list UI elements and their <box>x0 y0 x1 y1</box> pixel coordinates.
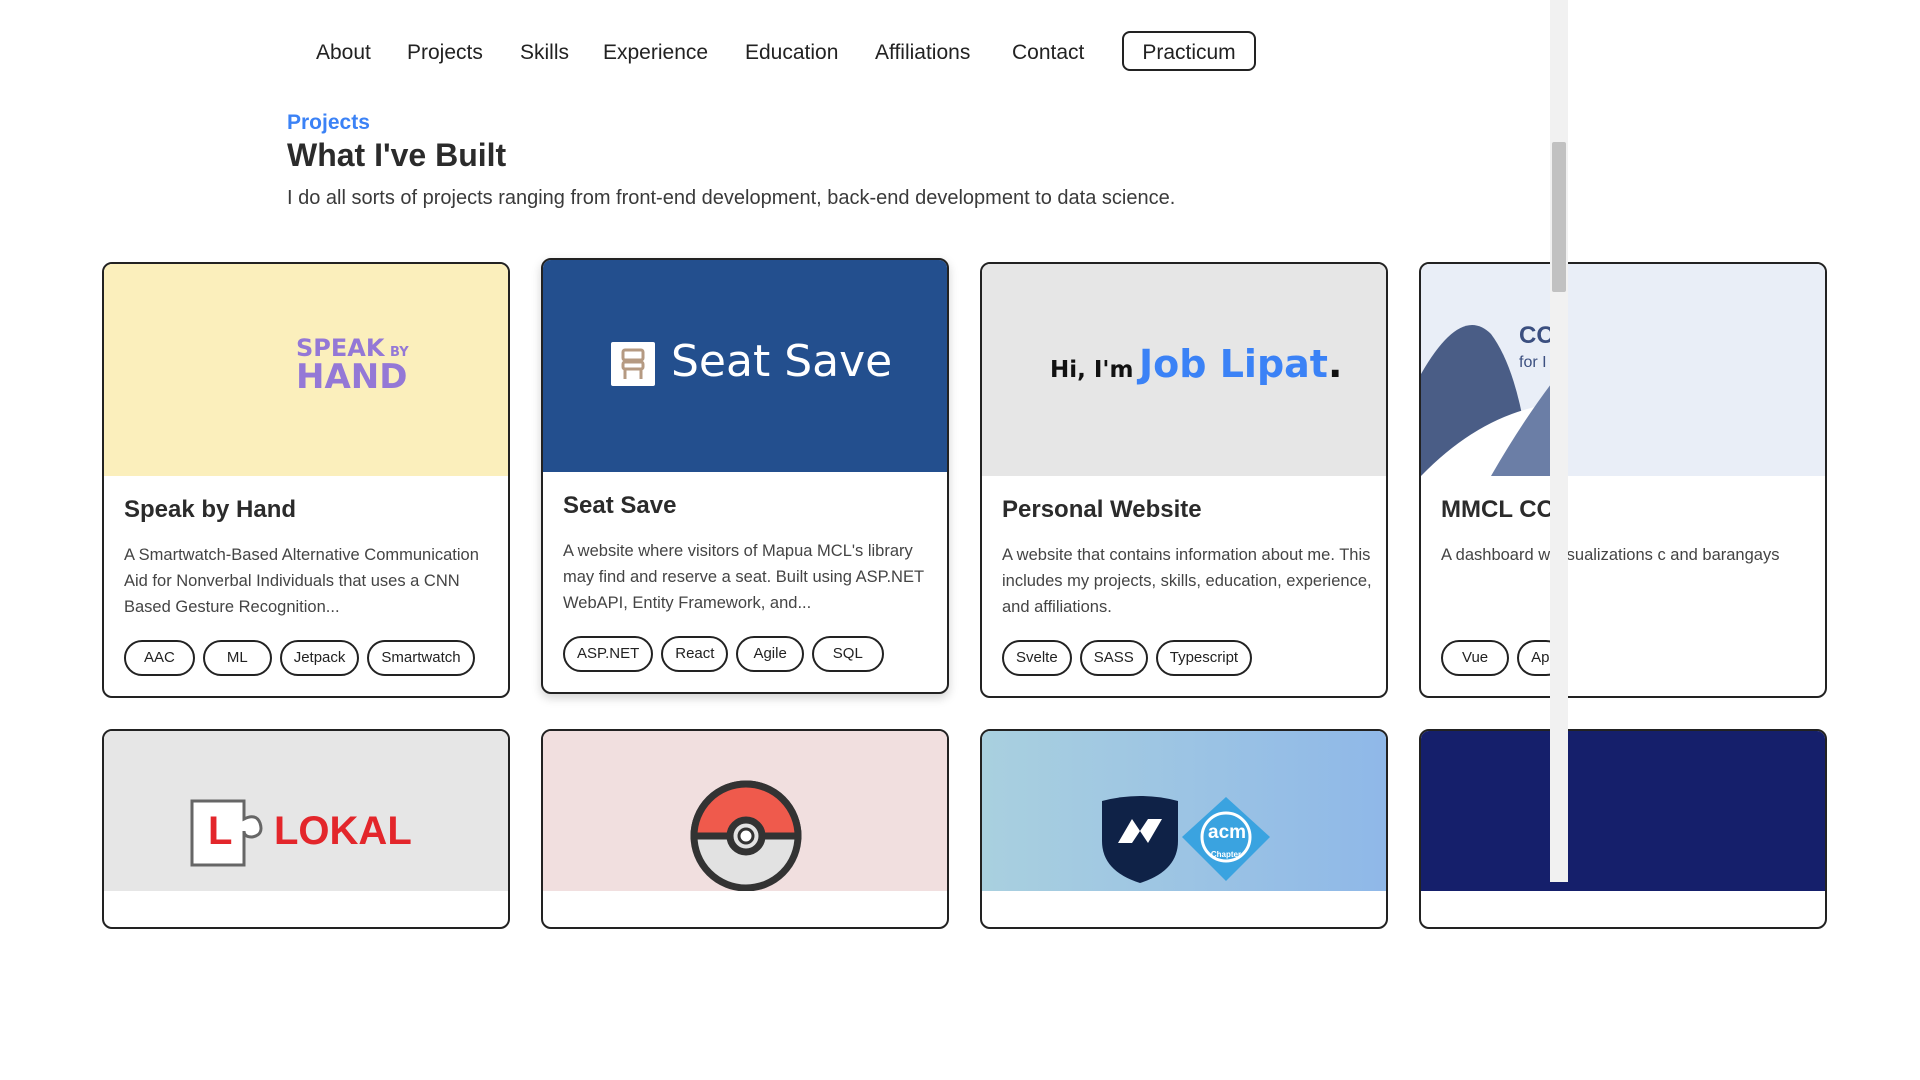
section-title: What I've Built <box>287 137 507 173</box>
nav-experience[interactable]: Experience <box>603 41 708 65</box>
speak-by-hand-wordmark: SPEAK BY HAND <box>296 334 409 397</box>
project-tags: AAC ML Jetpack Smartwatch <box>124 640 483 676</box>
project-card-pokemon[interactable] <box>541 729 949 929</box>
lokal-wordmark: LOKAL <box>274 809 412 853</box>
nav-education[interactable]: Education <box>745 41 838 65</box>
tag-chip[interactable]: AAC <box>124 640 195 676</box>
project-card-partial[interactable] <box>1419 729 1827 929</box>
project-banner <box>1421 731 1825 891</box>
project-card-lokal[interactable]: L LOKAL <box>102 729 510 929</box>
project-title: Personal Website <box>1002 496 1202 523</box>
project-description: A website where visitors of Mapua MCL's … <box>563 542 924 612</box>
project-card-personal-website[interactable]: Hi, I'm Job Lipat. Personal Website A we… <box>980 262 1388 698</box>
pokeball-icon <box>690 780 802 891</box>
tag-chip[interactable]: Svelte <box>1002 640 1072 676</box>
page-scrollbar[interactable] <box>1550 0 1568 882</box>
project-banner: L LOKAL <box>104 731 508 891</box>
tag-chip[interactable]: Agile <box>736 636 804 672</box>
project-banner: Hi, I'm Job Lipat. <box>982 264 1386 476</box>
project-card-mmcl[interactable]: CO for I MMCL CO A dashboard w visualiza… <box>1419 262 1827 698</box>
project-tags: Svelte SASS Typescript <box>1002 640 1260 676</box>
section-eyebrow: Projects <box>287 111 370 134</box>
nav-about[interactable]: About <box>316 41 371 65</box>
tag-chip[interactable]: SASS <box>1079 640 1148 676</box>
top-navigation: About Projects Skills Experience Educati… <box>0 31 1550 75</box>
project-tags: ASP.NET React Agile SQL <box>563 636 892 672</box>
project-card-speak-by-hand[interactable]: SPEAK BY HAND Speak by Hand A Smartwatch… <box>102 262 510 698</box>
project-banner <box>543 731 947 891</box>
tag-chip[interactable]: ML <box>202 640 272 676</box>
project-card-seat-save[interactable]: Seat Save Seat Save A website where visi… <box>541 258 949 694</box>
project-title: MMCL CO <box>1441 496 1556 523</box>
acm-chapter-badge: acm Chapter <box>1208 822 1247 859</box>
nav-affiliations[interactable]: Affiliations <box>875 41 970 65</box>
seat-save-wordmark: Seat Save <box>671 336 893 387</box>
tag-chip[interactable]: Smartwatch <box>367 640 475 676</box>
nav-contact[interactable]: Contact <box>1012 41 1084 65</box>
nav-projects[interactable]: Projects <box>407 41 483 65</box>
mmcl-banner-art <box>1421 325 1551 476</box>
tag-chip[interactable]: SQL <box>811 636 884 672</box>
mapua-acm-logos <box>1102 796 1270 883</box>
project-description: A website that contains information abou… <box>1002 546 1372 616</box>
section-subtitle: I do all sorts of projects ranging from … <box>287 187 1176 209</box>
project-title: Speak by Hand <box>124 496 297 523</box>
project-banner: Seat Save <box>543 260 947 472</box>
project-title: Seat Save <box>563 492 677 519</box>
lokal-letter: L <box>208 809 233 853</box>
tag-chip[interactable]: Vue <box>1441 640 1510 676</box>
tag-chip[interactable]: ASP.NET <box>563 636 654 672</box>
scrollbar-thumb[interactable] <box>1552 142 1566 292</box>
project-banner: acm Chapter <box>982 731 1386 891</box>
project-banner: CO for I <box>1421 264 1825 476</box>
project-description: A dashboard w visualizations c and baran… <box>1441 546 1780 564</box>
project-description: A Smartwatch-Based Alternative Communica… <box>124 546 479 616</box>
tag-chip[interactable]: Jetpack <box>279 640 360 676</box>
project-card-acm[interactable]: acm Chapter <box>980 729 1388 929</box>
practicum-button[interactable]: Practicum <box>1122 31 1256 71</box>
tag-chip[interactable]: React <box>661 636 729 672</box>
nav-skills[interactable]: Skills <box>520 41 569 65</box>
seat-icon <box>611 342 655 386</box>
personal-website-logo: Hi, I'm Job Lipat. <box>1050 342 1343 386</box>
project-banner: SPEAK BY HAND <box>104 264 508 476</box>
tag-chip[interactable]: Typescript <box>1155 640 1253 676</box>
